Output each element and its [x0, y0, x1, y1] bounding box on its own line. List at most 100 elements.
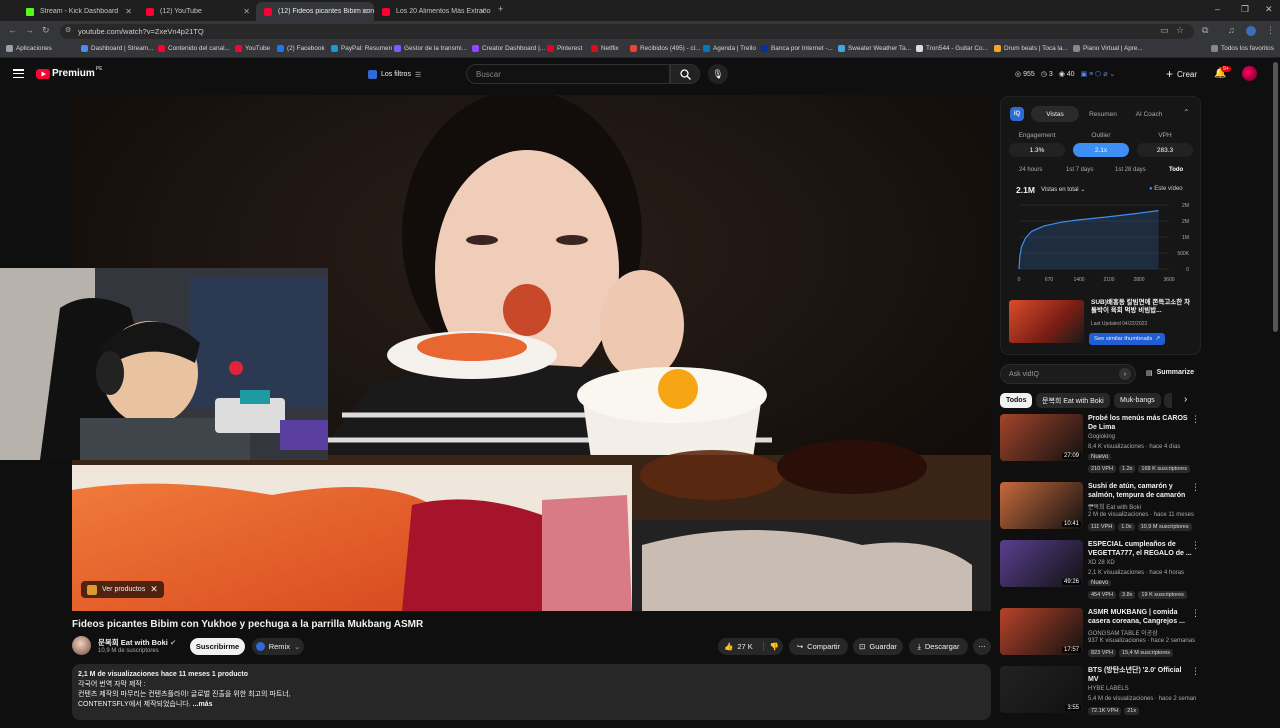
- bookmark-star-icon[interactable]: ☆: [1176, 25, 1184, 36]
- summarize-button[interactable]: ▤ Summarize: [1146, 369, 1194, 377]
- close-window-icon[interactable]: ✕: [1265, 4, 1273, 15]
- show-more-link[interactable]: ...más: [193, 701, 213, 708]
- video-thumbnail[interactable]: 10:41: [1000, 482, 1083, 529]
- channel-name[interactable]: 문복희 Eat with Boki ✔: [98, 637, 176, 648]
- create-button[interactable]: + Crear: [1166, 66, 1197, 82]
- like-icon[interactable]: 👍: [724, 642, 733, 651]
- browser-tab-alimentos[interactable]: Los 20 Alimentos Más Extraño ✕: [374, 2, 492, 21]
- cast-icon[interactable]: ▭: [1160, 25, 1169, 36]
- range-24h[interactable]: 24 hours: [1019, 167, 1042, 173]
- chip-channel[interactable]: 문복희 Eat with Boki: [1036, 393, 1110, 408]
- tab-resumen[interactable]: Resumen: [1083, 106, 1123, 122]
- bookmark-item[interactable]: (2) Facebook: [277, 45, 325, 52]
- dislike-icon[interactable]: 👎: [762, 642, 779, 651]
- media-icon[interactable]: ♫: [1228, 25, 1235, 35]
- video-thumbnail[interactable]: 49:26: [1000, 540, 1083, 587]
- bookmark-item[interactable]: Netflix: [591, 45, 619, 52]
- recommended-video[interactable]: 10:41 Sushi de atún, camarón y salmón, t…: [1000, 482, 1200, 544]
- bookmark-item[interactable]: Agenda | Trello: [703, 45, 756, 52]
- see-similar-thumbnails-button[interactable]: See similar thumbnails ↗: [1089, 333, 1166, 345]
- range-28d[interactable]: 1st 28 days: [1115, 167, 1146, 173]
- bookmark-item[interactable]: Creator Dashboard |...: [472, 45, 545, 52]
- view-products-button[interactable]: Ver productos ✕: [81, 581, 164, 598]
- close-tab-icon[interactable]: ✕: [361, 7, 368, 16]
- download-button[interactable]: ⤓ Descargar: [909, 638, 968, 655]
- bookmark-item[interactable]: Dashboard | Stream...: [81, 45, 153, 52]
- reload-icon[interactable]: ↻: [42, 25, 50, 36]
- maximize-icon[interactable]: ❐: [1241, 4, 1249, 15]
- youtube-premium-logo[interactable]: Premium PE: [36, 66, 102, 79]
- more-options-icon[interactable]: ⋮: [1191, 414, 1200, 425]
- page-scrollbar[interactable]: [1273, 62, 1278, 332]
- bookmark-item[interactable]: Pinterest: [547, 45, 582, 52]
- send-icon[interactable]: ›: [1119, 368, 1131, 380]
- bookmark-item[interactable]: Tron544 - Guitar Co...: [916, 45, 988, 52]
- similar-thumbnail[interactable]: [1009, 300, 1084, 343]
- more-options-icon[interactable]: ⋮: [1191, 540, 1200, 551]
- vidiq-header-stats[interactable]: ◎ 955 ◷ 3 ◉ 40 ▣ ≡ ⬡ ⌀ ⌄: [1015, 70, 1115, 78]
- avatar[interactable]: [1242, 66, 1257, 81]
- bookmark-item[interactable]: Contenido del canal...: [158, 45, 230, 52]
- new-tab-icon[interactable]: +: [498, 4, 503, 14]
- extensions-icon[interactable]: ⧉: [1202, 25, 1208, 36]
- close-tab-icon[interactable]: ✕: [125, 7, 132, 16]
- minimize-icon[interactable]: –: [1215, 4, 1220, 14]
- bookmark-item[interactable]: Gestor de la transmi...: [394, 45, 467, 52]
- vidiq-tools-icon[interactable]: ▣ ≡ ⬡ ⌀ ⌄: [1081, 70, 1116, 78]
- search-input[interactable]: Buscar: [466, 64, 670, 84]
- filters-button[interactable]: Los filtros ☰: [368, 68, 421, 81]
- tab-vistas[interactable]: Vistas: [1031, 106, 1079, 122]
- bookmark-item[interactable]: Aplicaciones: [6, 45, 52, 52]
- voice-search-button[interactable]: 🎙: [708, 64, 728, 84]
- share-button[interactable]: ↪ Compartir: [789, 638, 848, 655]
- bookmark-item[interactable]: Banca por Internet -...: [761, 45, 833, 52]
- remix-button[interactable]: Remix ⌄: [252, 638, 304, 655]
- range-all[interactable]: Todo: [1169, 167, 1183, 173]
- address-bar[interactable]: youtube.com/watch?v=ZxeVn4p21TQ: [60, 24, 1194, 39]
- chips-next-icon[interactable]: ›: [1184, 394, 1187, 405]
- recommended-video[interactable]: 3:55 BTS (방탄소년단) '2.0' Official MV HYBE …: [1000, 666, 1200, 728]
- back-icon[interactable]: ←: [8, 25, 17, 35]
- views-select[interactable]: Vistas en total ⌄: [1041, 186, 1085, 193]
- forward-icon[interactable]: →: [25, 25, 34, 35]
- bookmark-item[interactable]: YouTube: [235, 45, 270, 52]
- video-description[interactable]: 2,1 M de visualizaciones hace 11 meses 1…: [72, 664, 991, 720]
- search-button[interactable]: [670, 64, 700, 84]
- close-tab-icon[interactable]: ✕: [243, 7, 250, 16]
- video-thumbnail[interactable]: 17:57: [1000, 608, 1083, 655]
- browser-tab-youtube[interactable]: (12) YouTube ✕: [138, 2, 256, 21]
- collapse-icon[interactable]: ⌃: [1183, 108, 1190, 117]
- browser-menu-icon[interactable]: ⋮: [1266, 25, 1275, 36]
- ask-vidiq-input[interactable]: Ask vidIQ ›: [1000, 364, 1136, 384]
- bookmark-item[interactable]: Drum beats | Toca la...: [994, 45, 1068, 52]
- range-7d[interactable]: 1st 7 days: [1066, 167, 1093, 173]
- close-icon[interactable]: ✕: [150, 584, 158, 595]
- all-bookmarks[interactable]: Todos los favoritos: [1211, 45, 1274, 52]
- like-button[interactable]: 27 K: [737, 642, 752, 651]
- video-thumbnail[interactable]: 3:55: [1000, 666, 1083, 713]
- more-options-icon[interactable]: ⋮: [1191, 608, 1200, 619]
- recommended-video[interactable]: 27:09 Probé los menús más CAROS De Lima …: [1000, 414, 1200, 476]
- bookmark-item[interactable]: Piano Virtual | Apre...: [1073, 45, 1143, 52]
- more-actions-button[interactable]: ⋯: [973, 638, 991, 655]
- hamburger-menu-icon[interactable]: [13, 69, 24, 78]
- profile-icon[interactable]: [1246, 26, 1256, 36]
- close-tab-icon[interactable]: ✕: [479, 7, 486, 16]
- video-thumbnail[interactable]: 27:09: [1000, 414, 1083, 461]
- more-options-icon[interactable]: ⋮: [1191, 666, 1200, 677]
- save-button[interactable]: ⊡ Guardar: [853, 638, 903, 655]
- recommended-video[interactable]: 17:57 ASMR MUKBANG | comida casera corea…: [1000, 608, 1200, 670]
- recommended-video[interactable]: 49:26 ESPECIAL cumpleaños de VEGETTA777,…: [1000, 540, 1200, 602]
- chip-todos[interactable]: Todos: [1000, 393, 1033, 408]
- browser-tab-kick[interactable]: Stream - Kick Dashboard ✕: [18, 2, 138, 21]
- bookmark-item[interactable]: Sweater Weather Ta...: [838, 45, 911, 52]
- tab-ai-coach[interactable]: AI Coach: [1129, 106, 1169, 122]
- bookmark-item[interactable]: PayPal: Resumen: [331, 45, 392, 52]
- browser-tab-current-video[interactable]: (12) Fideos picantes Bibim con ✕: [256, 2, 374, 21]
- more-options-icon[interactable]: ⋮: [1191, 482, 1200, 493]
- bookmark-item[interactable]: Recibidos (495) - cl...: [630, 45, 700, 52]
- site-info-icon[interactable]: ⚙: [65, 26, 71, 34]
- chip-mukbangs[interactable]: Muk-bangs: [1114, 393, 1161, 408]
- subscribe-button[interactable]: Suscribirme: [190, 638, 245, 655]
- channel-avatar[interactable]: [72, 636, 91, 655]
